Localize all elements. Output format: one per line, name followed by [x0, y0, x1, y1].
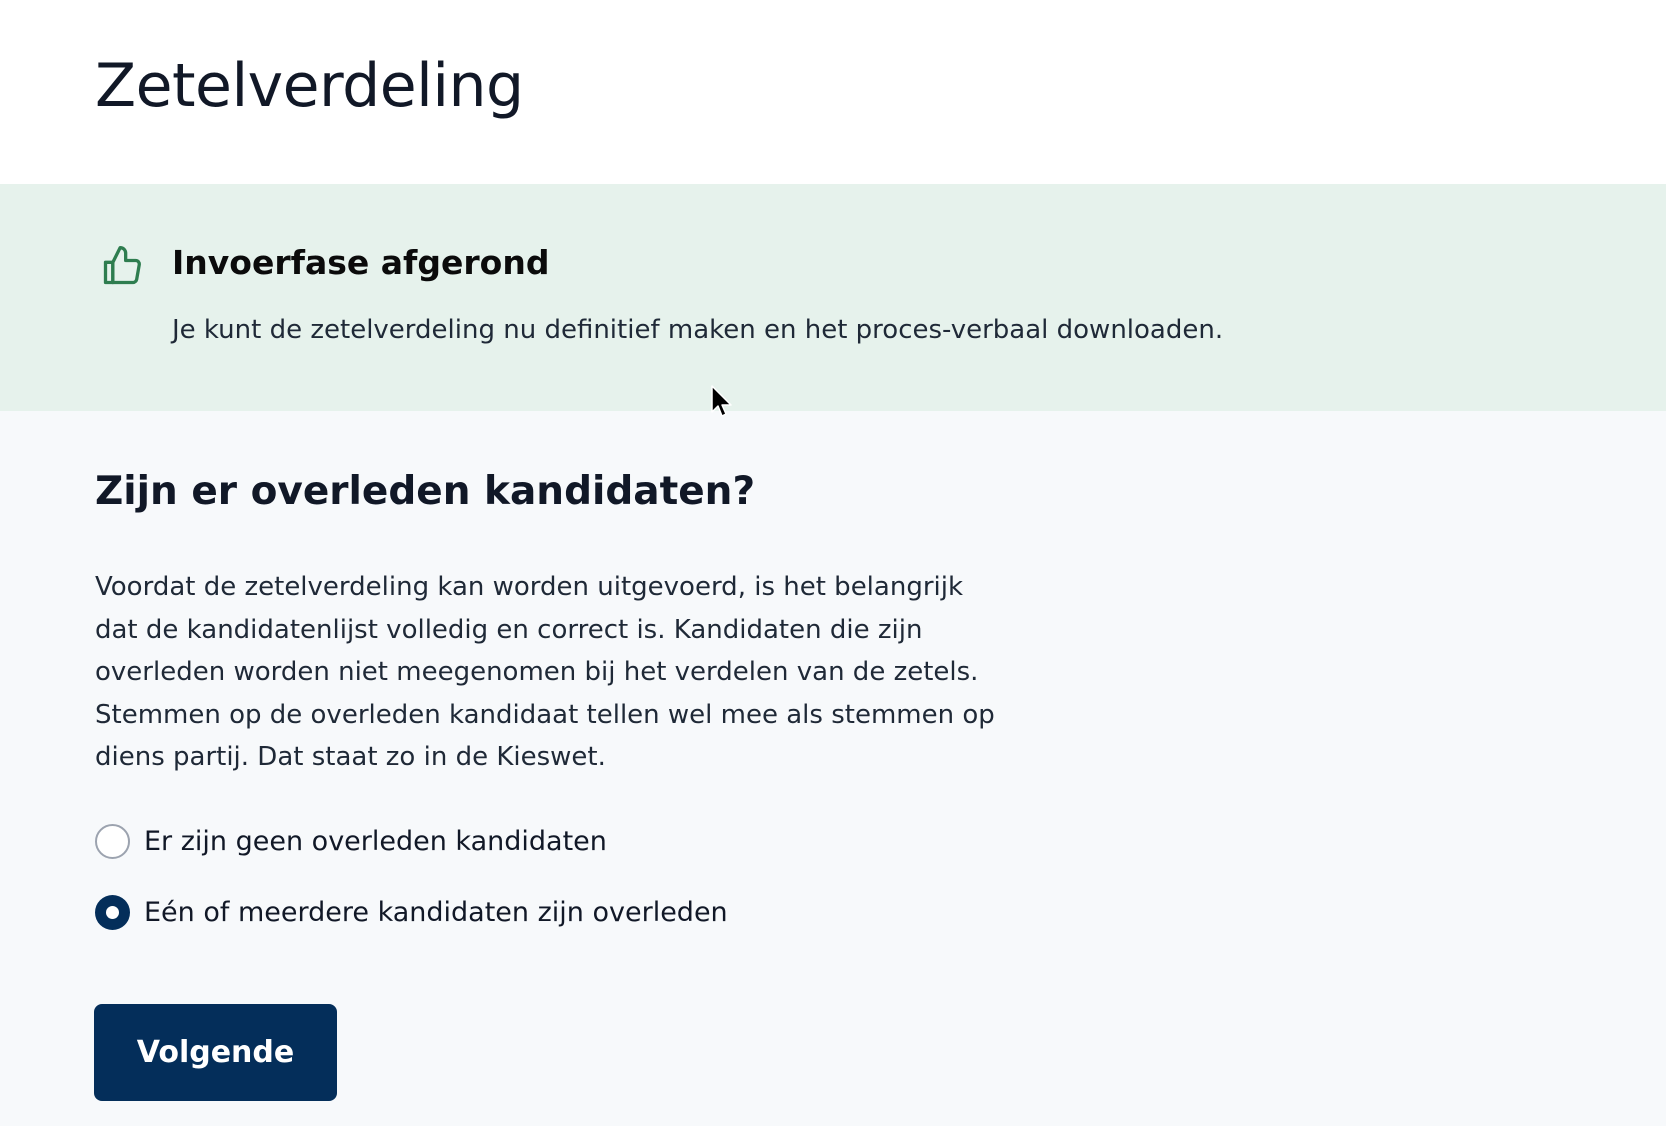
page-title: Zetelverdeling [95, 51, 524, 121]
thumbs-up-icon [100, 244, 144, 292]
radio-button[interactable] [95, 824, 130, 860]
radio-label: Eén of meerdere kandidaten zijn overlede… [144, 897, 728, 928]
radio-button-selected[interactable] [95, 895, 130, 931]
description-text: Voordat de zetelverdeling kan worden uit… [95, 572, 995, 772]
banner-title: Invoerfase afgerond [172, 243, 550, 282]
page: Zetelverdeling Invoerfase afgerond Je ku… [0, 0, 1666, 1126]
banner-text: Je kunt de zetelverdeling nu definitief … [172, 315, 1224, 345]
success-banner: Invoerfase afgerond Je kunt de zetelverd… [0, 184, 1666, 411]
page-header: Zetelverdeling [0, 0, 1666, 184]
radio-label: Er zijn geen overleden kandidaten [144, 826, 607, 857]
radio-option-deceased[interactable]: Eén of meerdere kandidaten zijn overlede… [95, 895, 728, 931]
main-content: Zijn er overleden kandidaten? Voordat de… [0, 411, 1666, 1126]
section-title: Zijn er overleden kandidaten? [95, 469, 756, 514]
radio-option-no-deceased[interactable]: Er zijn geen overleden kandidaten [95, 824, 607, 860]
next-button[interactable]: Volgende [94, 1004, 337, 1101]
